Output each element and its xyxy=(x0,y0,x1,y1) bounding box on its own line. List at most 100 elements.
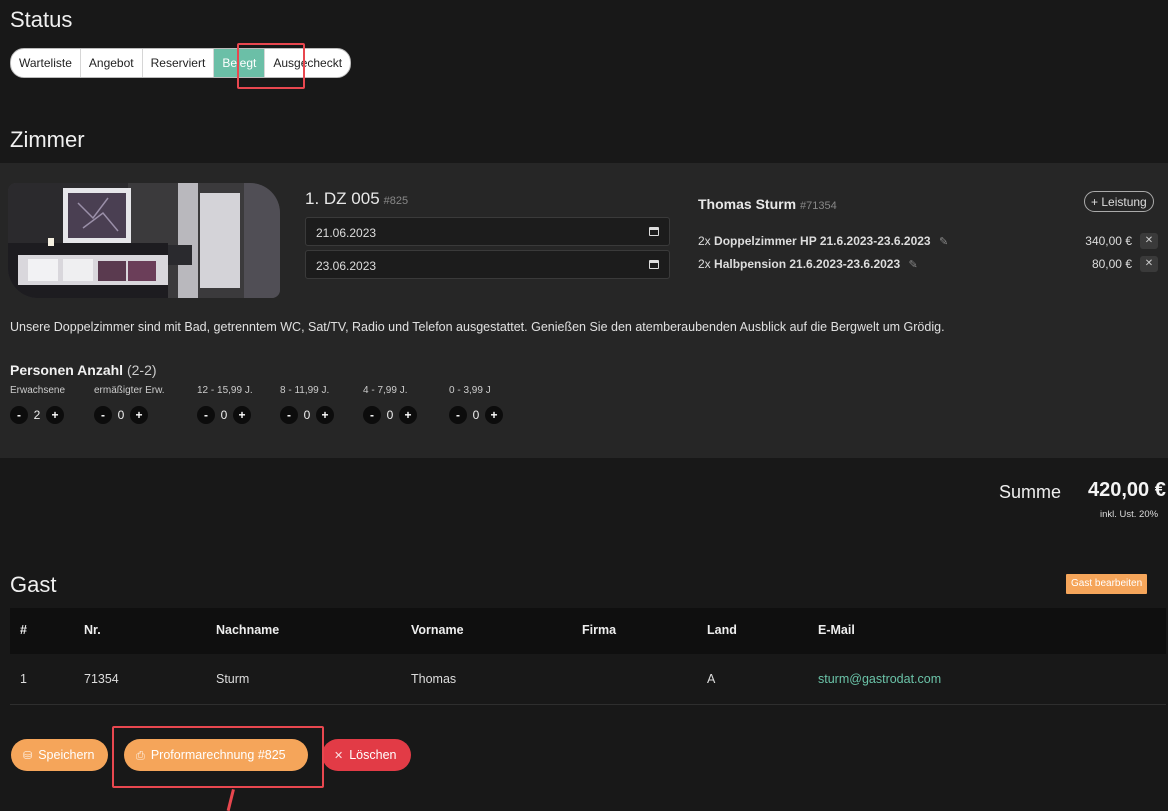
increment-button[interactable]: + xyxy=(46,406,64,424)
age-label-4-7: 4 - 7,99 J. xyxy=(363,385,408,396)
age-label-adults: Erwachsene xyxy=(10,385,66,396)
stepper-value: 0 xyxy=(386,408,394,422)
gast-heading: Gast xyxy=(10,572,57,597)
stepper-value: 0 xyxy=(303,408,311,422)
room-guest-ref: #71354 xyxy=(800,200,837,212)
stepper-value: 0 xyxy=(117,408,125,422)
service-price: 80,00 € xyxy=(1091,257,1132,271)
service-price: 340,00 € xyxy=(1085,234,1132,248)
proforma-invoice-button[interactable]: ⎙ Proformarechnung #825 xyxy=(124,739,308,771)
status-ausgecheckt[interactable]: Ausgecheckt xyxy=(265,49,350,77)
increment-button[interactable]: + xyxy=(316,406,334,424)
edit-icon[interactable]: ✎ xyxy=(939,235,948,248)
service-qty: 2x xyxy=(698,234,711,248)
age-label-reduced-adult: ermäßigter Erw. xyxy=(94,385,165,396)
booking-page: Status Warteliste Angebot Reserviert Bel… xyxy=(0,0,1168,811)
status-heading: Status xyxy=(10,7,73,32)
cell-index: 1 xyxy=(20,672,27,686)
delete-button[interactable]: ✕ Löschen xyxy=(322,739,411,771)
decrement-button[interactable]: - xyxy=(449,406,467,424)
status-segmented-control: Warteliste Angebot Reserviert Belegt Aus… xyxy=(10,48,352,78)
age-label-0-3: 0 - 3,99 J xyxy=(449,385,491,396)
persons-range: (2-2) xyxy=(126,362,157,378)
cell-land: A xyxy=(707,672,716,686)
status-reserviert[interactable]: Reserviert xyxy=(143,49,215,77)
total-label: Summe xyxy=(999,482,1062,502)
save-label: Speichern xyxy=(38,748,95,762)
status-warteliste[interactable]: Warteliste xyxy=(11,49,81,77)
stepper-value: 0 xyxy=(220,408,228,422)
service-row: 2x Halbpension 21.6.2023-23.6.2023 ✎ 80,… xyxy=(698,256,1160,275)
room-guest: Thomas Sturm #71354 xyxy=(698,196,837,212)
total-value: 420,00 € xyxy=(1088,479,1166,501)
arrival-date-value: 21.06.2023 xyxy=(316,226,377,240)
zimmer-heading: Zimmer xyxy=(10,127,85,152)
calendar-icon[interactable] xyxy=(649,227,659,236)
remove-service-icon[interactable]: ✕ xyxy=(1140,256,1158,272)
room-ref: #825 xyxy=(383,195,409,207)
service-qty: 2x xyxy=(698,257,711,271)
decrement-button[interactable]: - xyxy=(94,406,112,424)
age-4-7-stepper: - 0 + xyxy=(363,405,417,425)
edit-guest-button[interactable]: Gast bearbeiten xyxy=(1066,574,1148,594)
stepper-value: 2 xyxy=(33,408,41,422)
departure-date-field[interactable]: 23.06.2023 xyxy=(305,250,670,279)
total-tax-note: inkl. Ust. 20% xyxy=(1100,509,1159,520)
col-land: Land xyxy=(707,623,737,637)
room-guest-name: Thomas Sturm xyxy=(698,196,797,212)
adults-stepper: - 2 + xyxy=(10,405,64,425)
col-nachname: Nachname xyxy=(216,623,280,637)
status-belegt[interactable]: Belegt xyxy=(214,49,266,77)
add-service-button[interactable]: + Leistung xyxy=(1084,191,1154,212)
cell-vorname: Thomas xyxy=(411,672,457,686)
decrement-button[interactable]: - xyxy=(363,406,381,424)
increment-button[interactable]: + xyxy=(233,406,251,424)
col-email: E-Mail xyxy=(818,623,855,637)
room-name-label: 1. DZ 005 xyxy=(305,189,380,208)
delete-label: Löschen xyxy=(349,748,397,762)
service-title: Doppelzimmer HP 21.6.2023-23.6.2023 xyxy=(714,234,931,248)
age-8-11-stepper: - 0 + xyxy=(280,405,334,425)
print-icon: ⎙ xyxy=(136,750,145,762)
col-nr: Nr. xyxy=(84,623,101,637)
annotation-arrow xyxy=(226,789,235,811)
decrement-button[interactable]: - xyxy=(197,406,215,424)
age-0-3-stepper: - 0 + xyxy=(449,405,503,425)
guest-table-header: # Nr. Nachname Vorname Firma Land E-Mail xyxy=(10,608,1166,654)
proforma-label: Proformarechnung #825 xyxy=(150,748,286,762)
edit-icon[interactable]: ✎ xyxy=(908,258,917,271)
stepper-value: 0 xyxy=(472,408,480,422)
increment-button[interactable]: + xyxy=(399,406,417,424)
col-firma: Firma xyxy=(582,623,617,637)
close-icon: ✕ xyxy=(334,750,344,762)
age-label-8-11: 8 - 11,99 J. xyxy=(280,385,330,396)
persons-title: Personen Anzahl xyxy=(10,362,124,378)
reduced-adult-stepper: - 0 + xyxy=(94,405,148,425)
save-button[interactable]: ⛁ Speichern xyxy=(11,739,108,771)
calendar-icon[interactable] xyxy=(649,260,659,269)
cell-email-link[interactable]: sturm@gastrodat.com xyxy=(818,672,941,686)
age-label-12-15: 12 - 15,99 J. xyxy=(197,385,253,396)
service-title: Halbpension 21.6.2023-23.6.2023 xyxy=(714,257,901,271)
room-photo xyxy=(8,183,280,298)
age-12-15-stepper: - 0 + xyxy=(197,405,251,425)
increment-button[interactable]: + xyxy=(130,406,148,424)
cell-nachname: Sturm xyxy=(216,672,250,686)
departure-date-value: 23.06.2023 xyxy=(316,259,377,273)
status-angebot[interactable]: Angebot xyxy=(81,49,143,77)
col-index: # xyxy=(20,623,27,637)
room-description: Unsere Doppelzimmer sind mit Bad, getren… xyxy=(10,320,945,334)
persons-heading: Personen Anzahl (2-2) xyxy=(10,362,157,378)
table-row[interactable]: 1 71354 Sturm Thomas A sturm@gastrodat.c… xyxy=(10,654,1166,705)
room-name: 1. DZ 005 #825 xyxy=(305,189,408,209)
increment-button[interactable]: + xyxy=(485,406,503,424)
decrement-button[interactable]: - xyxy=(280,406,298,424)
service-row: 2x Doppelzimmer HP 21.6.2023-23.6.2023 ✎… xyxy=(698,233,1160,252)
cell-nr: 71354 xyxy=(84,672,119,686)
col-vorname: Vorname xyxy=(411,623,464,637)
save-icon: ⛁ xyxy=(23,750,33,762)
decrement-button[interactable]: - xyxy=(10,406,28,424)
remove-service-icon[interactable]: ✕ xyxy=(1140,233,1158,249)
arrival-date-field[interactable]: 21.06.2023 xyxy=(305,217,670,246)
guest-table: # Nr. Nachname Vorname Firma Land E-Mail… xyxy=(10,608,1166,705)
